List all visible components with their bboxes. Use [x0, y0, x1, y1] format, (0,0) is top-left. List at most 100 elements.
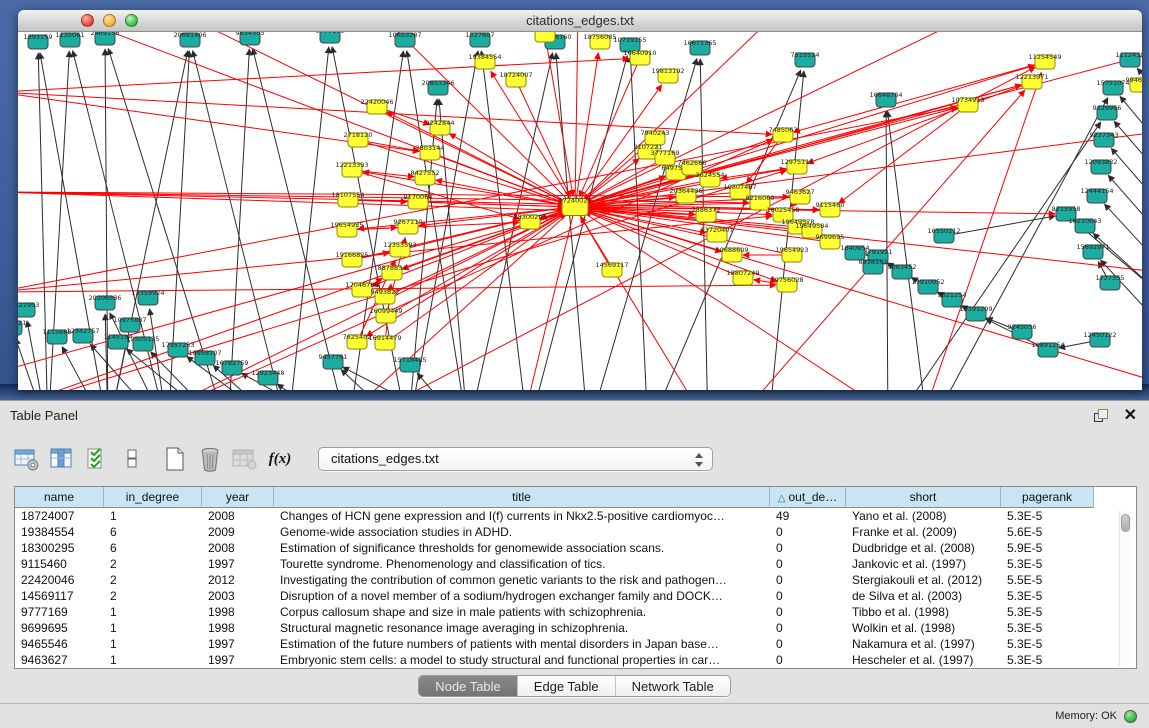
table-cell[interactable]: 22420046: [15, 572, 104, 588]
table-cell[interactable]: de Silva et al. (2003): [846, 588, 1001, 604]
table-cell[interactable]: 9463627: [15, 652, 104, 668]
table-cell[interactable]: Estimation of the future numbers of pati…: [274, 636, 770, 652]
table-cell[interactable]: 2: [104, 556, 202, 572]
column-header-title[interactable]: title: [274, 487, 770, 508]
table-cell[interactable]: 14569117: [15, 588, 104, 604]
table-cell[interactable]: Corpus callosum shape and size in male p…: [274, 604, 770, 620]
table-cell[interactable]: 2: [104, 572, 202, 588]
table-cell[interactable]: 1: [104, 652, 202, 668]
table-cell[interactable]: Tourette syndrome. Phenomenology and cla…: [274, 556, 770, 572]
table-cell[interactable]: 1998: [202, 620, 274, 636]
table-cell[interactable]: Tibbo et al. (1998): [846, 604, 1001, 620]
table-cell[interactable]: 5.9E-5: [1001, 540, 1094, 556]
table-row[interactable]: 2242004622012Investigating the contribut…: [15, 572, 1136, 588]
network-window-titlebar[interactable]: citations_edges.txt: [18, 10, 1142, 32]
graph-edge-red[interactable]: [807, 82, 1032, 163]
table-cell[interactable]: 2008: [202, 508, 274, 524]
table-cell[interactable]: 0: [770, 524, 846, 540]
graph-edge-black[interactable]: [151, 352, 228, 390]
table-cell[interactable]: Investigating the contribution of common…: [274, 572, 770, 588]
graph-edge-red[interactable]: [18, 59, 629, 92]
table-row[interactable]: 977716911998Corpus callosum shape and si…: [15, 604, 1136, 620]
table-cell[interactable]: 0: [770, 572, 846, 588]
table-cell[interactable]: Wolkin et al. (1998): [846, 620, 1001, 636]
table-row[interactable]: 1872400712008Changes of HCN gene express…: [15, 508, 1136, 524]
table-cell[interactable]: Changes of HCN gene expression and I(f) …: [274, 508, 770, 524]
table-cell[interactable]: 49: [770, 508, 846, 524]
graph-edge-red[interactable]: [575, 207, 718, 390]
table-cell[interactable]: 5.6E-5: [1001, 524, 1094, 540]
table-settings-icon[interactable]: [14, 446, 40, 472]
table-row[interactable]: 969969511998Structural magnetic resonanc…: [15, 620, 1136, 636]
table-cell[interactable]: 0: [770, 652, 846, 668]
table-row[interactable]: 1938455462009Genome-wide association stu…: [15, 524, 1136, 540]
table-cell[interactable]: Yano et al. (2008): [846, 508, 1001, 524]
table-cell[interactable]: 1: [104, 620, 202, 636]
table-cell[interactable]: 2009: [202, 524, 274, 540]
table-cell[interactable]: 9777169: [15, 604, 104, 620]
table-cell[interactable]: 5.3E-5: [1001, 620, 1094, 636]
import-table-icon[interactable]: [232, 446, 258, 472]
graph-edge-red[interactable]: [575, 53, 598, 207]
table-row[interactable]: 946554611997Estimation of the future num…: [15, 636, 1136, 652]
table-cell[interactable]: Jankovic et al. (1997): [846, 556, 1001, 572]
table-cell[interactable]: 1997: [202, 652, 274, 668]
graph-edge-black[interactable]: [887, 111, 928, 390]
table-row[interactable]: 1830029562008Estimation of significance …: [15, 540, 1136, 556]
table-row[interactable]: 911546021997Tourette syndrome. Phenomeno…: [15, 556, 1136, 572]
table-cell[interactable]: 0: [770, 540, 846, 556]
table-cell[interactable]: Embryonic stem cells: a model to study s…: [274, 652, 770, 668]
table-cell[interactable]: 9699695: [15, 620, 104, 636]
table-cell[interactable]: 5.3E-5: [1001, 588, 1094, 604]
function-builder-icon[interactable]: f(x): [267, 446, 293, 472]
graph-edge-black[interactable]: [253, 49, 348, 390]
tab-node-table[interactable]: Node Table: [419, 676, 517, 696]
column-header-in_degree[interactable]: in_degree: [104, 487, 202, 508]
table-cell[interactable]: 5.3E-5: [1001, 652, 1094, 668]
table-cell[interactable]: 18724007: [15, 508, 104, 524]
table-cell[interactable]: 9465546: [15, 636, 104, 652]
table-cell[interactable]: Franke et al. (2009): [846, 524, 1001, 540]
table-cell[interactable]: 0: [770, 604, 846, 620]
table-cell[interactable]: Genome-wide association studies in ADHD.: [274, 524, 770, 540]
table-cell[interactable]: 1: [104, 604, 202, 620]
table-cell[interactable]: 6: [104, 540, 202, 556]
table-cell[interactable]: 1997: [202, 636, 274, 652]
graph-edge-black[interactable]: [193, 51, 288, 390]
new-table-icon[interactable]: [162, 446, 188, 472]
column-header-pagerank[interactable]: pagerank: [1001, 487, 1094, 508]
table-cell[interactable]: 0: [770, 588, 846, 604]
table-cell[interactable]: Nakamura et al. (1997): [846, 636, 1001, 652]
memory-indicator-icon[interactable]: [1124, 710, 1137, 723]
table-cell[interactable]: 2008: [202, 540, 274, 556]
graph-edge-black[interactable]: [1114, 121, 1142, 172]
graph-edge-black[interactable]: [18, 338, 48, 390]
table-cell[interactable]: 19384554: [15, 524, 104, 540]
table-cell[interactable]: Estimation of significance thresholds fo…: [274, 540, 770, 556]
table-cell[interactable]: 2012: [202, 572, 274, 588]
table-cell[interactable]: 5.3E-5: [1001, 556, 1094, 572]
graph-edge-red[interactable]: [178, 32, 575, 207]
graph-edge-black[interactable]: [588, 59, 697, 390]
table-cell[interactable]: 18300295: [15, 540, 104, 556]
table-row[interactable]: 1456911722003Disruption of a novel membe…: [15, 588, 1136, 604]
table-row[interactable]: 946362711997Embryonic stem cells: a mode…: [15, 652, 1136, 668]
table-cell[interactable]: Disruption of a novel member of a sodium…: [274, 588, 770, 604]
column-header-short[interactable]: short: [846, 487, 1001, 508]
scrollbar-thumb[interactable]: [1121, 514, 1130, 532]
close-icon[interactable]: ✕: [1124, 408, 1137, 424]
rows-icon[interactable]: [119, 446, 145, 472]
table-cell[interactable]: 1: [104, 508, 202, 524]
graph-edge-black[interactable]: [62, 347, 108, 390]
table-cell[interactable]: 5.3E-5: [1001, 508, 1094, 524]
column-visibility-icon[interactable]: [49, 446, 75, 472]
column-header-year[interactable]: year: [202, 487, 274, 508]
column-header-out_de[interactable]: △out_de…: [770, 487, 846, 508]
graph-edge-black[interactable]: [1104, 204, 1142, 262]
delete-table-icon[interactable]: [197, 446, 223, 472]
table-select[interactable]: citations_edges.txt: [318, 447, 713, 471]
table-cell[interactable]: 0: [770, 620, 846, 636]
column-header-name[interactable]: name: [15, 487, 104, 508]
table-cell[interactable]: 9115460: [15, 556, 104, 572]
graph-edge-black[interactable]: [1111, 148, 1142, 202]
